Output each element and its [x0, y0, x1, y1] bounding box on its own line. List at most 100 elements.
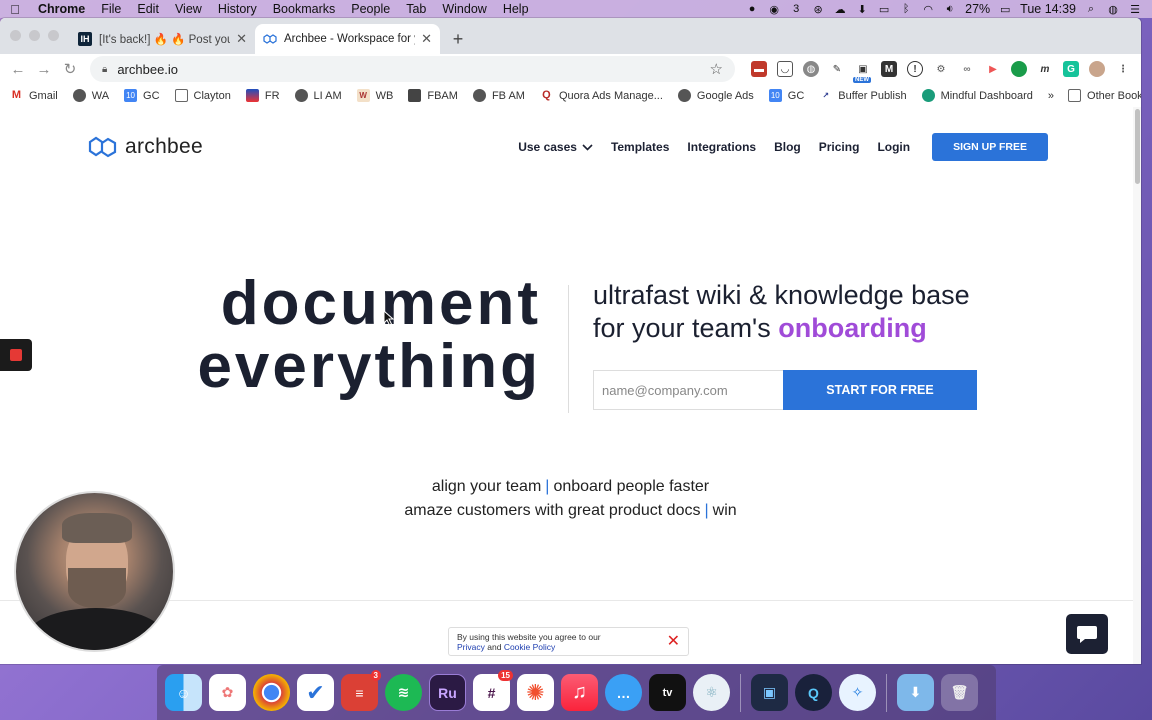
- close-tab-icon[interactable]: ✕: [236, 31, 247, 47]
- siri-icon[interactable]: ◍: [1106, 3, 1120, 16]
- extension-gear-icon[interactable]: ⚙: [933, 61, 949, 77]
- tab-indiehackers[interactable]: IH [It's back!] 🔥 🔥 Post your SAAS ✕: [70, 24, 255, 54]
- extension-play-icon[interactable]: ▶: [985, 61, 1001, 77]
- menu-history[interactable]: History: [210, 2, 265, 16]
- download-icon[interactable]: ⬇: [855, 3, 869, 16]
- vpn-icon[interactable]: ⊛: [811, 3, 825, 16]
- quicktime-icon[interactable]: Q: [795, 674, 832, 711]
- apple-tv-icon[interactable]: tv: [649, 674, 686, 711]
- more-menu-icon[interactable]: ⋮: [1115, 61, 1131, 77]
- nav-blog[interactable]: Blog: [774, 140, 801, 154]
- bookmark-fbam[interactable]: FBAM: [408, 89, 458, 102]
- nav-templates[interactable]: Templates: [611, 140, 669, 154]
- maximize-window-button[interactable]: [48, 30, 59, 41]
- profile-avatar[interactable]: [1089, 61, 1105, 77]
- bookmark-gc-2[interactable]: 10 GC: [768, 89, 804, 102]
- slack-icon[interactable]: #15: [473, 670, 513, 711]
- trash-icon[interactable]: 🗑︎: [941, 674, 978, 711]
- forward-arrow-icon[interactable]: →: [34, 61, 54, 78]
- volume-icon[interactable]: 🔉︎: [943, 3, 957, 15]
- bookmark-google-ads[interactable]: Google Ads: [677, 89, 754, 102]
- spotify-icon[interactable]: ≋: [385, 674, 422, 711]
- chat-widget-button[interactable]: [1066, 614, 1108, 654]
- onepassword-extension-icon[interactable]: !: [907, 61, 923, 77]
- todoist-icon[interactable]: ≡ 3: [341, 670, 381, 711]
- nav-login[interactable]: Login: [877, 140, 910, 154]
- grammarly-icon[interactable]: G: [1063, 61, 1079, 77]
- bookmark-star-icon[interactable]: ☆: [710, 60, 723, 78]
- menu-view[interactable]: View: [167, 2, 210, 16]
- cookie-policy-link[interactable]: Cookie Policy: [504, 642, 556, 652]
- menu-tab[interactable]: Tab: [398, 2, 434, 16]
- premiere-rush-icon[interactable]: Ru: [429, 674, 466, 711]
- nav-pricing[interactable]: Pricing: [819, 140, 860, 154]
- menu-bookmarks[interactable]: Bookmarks: [265, 2, 344, 16]
- safari-icon[interactable]: ✧: [839, 674, 876, 711]
- bluetooth-icon[interactable]: ᛒ: [899, 3, 913, 15]
- airmail-icon[interactable]: ✺: [517, 674, 554, 711]
- archbee-logo[interactable]: archbee: [88, 134, 203, 160]
- other-bookmarks[interactable]: Other Bookmarks: [1068, 89, 1141, 102]
- bookmark-buffer[interactable]: ↗ Buffer Publish: [819, 89, 907, 102]
- menu-file[interactable]: File: [93, 2, 129, 16]
- battery-icon[interactable]: ▭: [998, 3, 1012, 16]
- menu-help[interactable]: Help: [495, 2, 537, 16]
- bookmark-fr[interactable]: FR: [245, 89, 280, 102]
- record-status-icon[interactable]: ●: [745, 3, 759, 15]
- sign-up-button[interactable]: SIGN UP FREE: [932, 133, 1048, 161]
- extension-m-icon[interactable]: m: [1037, 61, 1053, 77]
- minimize-window-button[interactable]: [29, 30, 40, 41]
- bookmark-wa[interactable]: WA: [72, 89, 109, 102]
- electron-app-icon[interactable]: ⚛: [693, 674, 730, 711]
- screen-capture-icon[interactable]: ▣: [751, 674, 788, 711]
- downloads-folder-icon[interactable]: ⬇: [897, 674, 934, 711]
- reload-icon[interactable]: ↻: [60, 60, 80, 78]
- stop-recording-button[interactable]: [0, 339, 32, 371]
- email-field[interactable]: [593, 370, 783, 410]
- menu-app-chrome[interactable]: Chrome: [30, 2, 93, 16]
- photos-icon[interactable]: ✿: [209, 674, 246, 711]
- extension-red-icon[interactable]: ▬: [751, 61, 767, 77]
- bookmark-gc-1[interactable]: 10 GC: [124, 89, 160, 102]
- onepassword-icon[interactable]: ◉: [767, 3, 781, 16]
- creative-cloud-icon[interactable]: ☁: [833, 3, 847, 16]
- nav-integrations[interactable]: Integrations: [687, 140, 756, 154]
- page-scrollbar[interactable]: [1133, 107, 1141, 664]
- notification-center-icon[interactable]: ☰: [1128, 3, 1142, 16]
- close-cookie-icon[interactable]: ✕: [667, 634, 680, 650]
- mailtrack-icon[interactable]: M: [881, 61, 897, 77]
- bookmark-quora[interactable]: Q Quora Ads Manage...: [539, 89, 663, 102]
- extension-new-icon[interactable]: ▣ NEW: [853, 61, 871, 83]
- bookmarks-overflow-button[interactable]: »: [1048, 90, 1054, 102]
- close-window-button[interactable]: [10, 30, 21, 41]
- finder-icon[interactable]: ☺: [165, 674, 202, 711]
- messenger-icon[interactable]: …: [605, 674, 642, 711]
- bookmark-fb-am[interactable]: FB AM: [472, 89, 525, 102]
- close-tab-icon[interactable]: ✕: [421, 31, 432, 47]
- music-icon[interactable]: ♫: [561, 674, 598, 711]
- wifi-icon[interactable]: ◠: [921, 3, 935, 16]
- scrollbar-thumb[interactable]: [1135, 109, 1140, 184]
- eyedropper-icon[interactable]: ✎: [829, 61, 845, 77]
- menubar-clock[interactable]: Tue 14:39: [1020, 2, 1076, 16]
- spotlight-search-icon[interactable]: ⌕: [1084, 3, 1098, 15]
- bookmark-clayton[interactable]: Clayton: [174, 89, 231, 102]
- address-bar[interactable]: 🔒︎ archbee.io ☆: [90, 56, 735, 82]
- bookmark-gmail[interactable]: M Gmail: [10, 89, 58, 102]
- nav-use-cases[interactable]: Use cases: [518, 140, 593, 154]
- counter-icon[interactable]: 3: [789, 3, 803, 15]
- privacy-link[interactable]: Privacy: [457, 642, 485, 652]
- menu-people[interactable]: People: [343, 2, 398, 16]
- extension-links-icon[interactable]: ∞: [959, 61, 975, 77]
- pocket-icon[interactable]: ◡: [777, 61, 793, 77]
- bookmark-wb[interactable]: W WB: [356, 89, 393, 102]
- lock-icon[interactable]: 🔒︎: [102, 64, 107, 75]
- airplay-icon[interactable]: ▭: [877, 3, 891, 16]
- bookmark-mindful[interactable]: Mindful Dashboard: [921, 89, 1033, 102]
- bookmark-li-am[interactable]: LI AM: [294, 89, 342, 102]
- extension-green-icon[interactable]: [1011, 61, 1027, 77]
- back-arrow-icon[interactable]: ←: [8, 61, 28, 78]
- start-for-free-button[interactable]: START FOR FREE: [783, 370, 977, 410]
- menu-window[interactable]: Window: [434, 2, 494, 16]
- chrome-icon[interactable]: [253, 674, 290, 711]
